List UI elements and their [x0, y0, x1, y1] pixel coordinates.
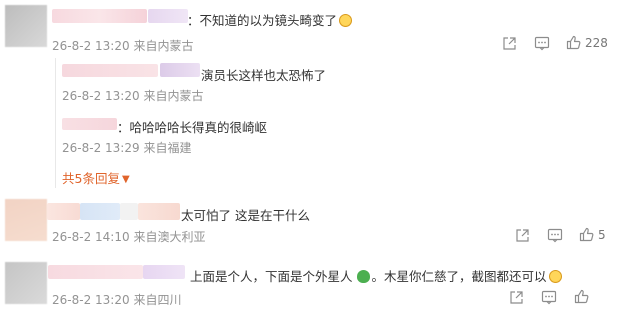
username-redacted[interactable]: [138, 203, 180, 220]
reply-location: 来自福建: [143, 141, 192, 155]
username-redacted[interactable]: [62, 118, 117, 130]
comment-text: 太可怕了 这是在干什么: [181, 208, 310, 223]
comment-meta: 26-8-2 13:20 来自四川: [52, 291, 181, 308]
comment-icon: [534, 36, 550, 51]
reply-meta: 26-8-2 13:20 来自内蒙古: [62, 87, 203, 104]
comment-date: 26-8-2 13:20: [52, 39, 130, 53]
laugh-emoji-icon: [339, 14, 353, 27]
comment-meta: 26-8-2 14:10 来自澳大利亚: [52, 228, 205, 245]
share-icon: [516, 229, 529, 242]
like-button[interactable]: 5: [579, 227, 606, 242]
username-redacted[interactable]: [160, 63, 200, 77]
comment-icon: [541, 290, 557, 305]
share-icon: [503, 37, 516, 50]
comment-text: ：不知道的以为镜头畸变了: [187, 10, 353, 29]
reply-date: 26-8-2 13:29: [62, 141, 140, 155]
comment-meta: 26-8-2 13:20 来自内蒙古: [52, 37, 193, 54]
alien-emoji-icon: [356, 270, 370, 283]
username-redacted[interactable]: [120, 203, 138, 220]
share-icon: [510, 291, 523, 304]
like-icon: [566, 35, 581, 50]
comment-text-part: 上面是个人，下面是个外星人: [190, 269, 353, 284]
like-count: 5: [598, 227, 606, 242]
like-icon: [579, 227, 594, 242]
reply-meta: 26-8-2 13:29 来自福建: [62, 139, 191, 156]
reply-summary: 共5条回复: [62, 171, 120, 186]
comment-location: 来自内蒙古: [133, 39, 194, 53]
username-redacted[interactable]: [48, 265, 143, 279]
comment-text-content: ：不知道的以为镜头畸变了: [187, 13, 338, 28]
comment-icon: [547, 228, 563, 243]
comment-text-part: 。木星你仁慈了，截图都还可以: [371, 269, 547, 284]
like-count: 228: [585, 35, 608, 50]
username-redacted[interactable]: [47, 203, 80, 220]
comment-button[interactable]: [534, 36, 550, 51]
comment-location: 来自四川: [133, 293, 182, 307]
username-redacted[interactable]: [148, 9, 188, 23]
username-redacted[interactable]: [80, 203, 120, 220]
reply-text: 演员长这样也太恐怖了: [201, 68, 327, 83]
expand-replies-link[interactable]: 共5条回复 ▼: [62, 168, 130, 187]
username-redacted[interactable]: [143, 265, 185, 279]
comment-button[interactable]: [541, 290, 557, 305]
share-button[interactable]: [509, 290, 524, 305]
avatar[interactable]: [5, 262, 47, 304]
reply-divider: [55, 58, 56, 188]
like-button[interactable]: 228: [566, 35, 608, 50]
caret-down-icon: ▼: [121, 174, 130, 185]
avatar[interactable]: [5, 5, 47, 47]
reply-location: 来自内蒙古: [143, 89, 204, 103]
username-redacted[interactable]: [52, 9, 147, 23]
share-button[interactable]: [502, 36, 517, 51]
comment-button[interactable]: [547, 228, 563, 243]
comment-date: 26-8-2 14:10: [52, 230, 130, 244]
reply-date: 26-8-2 13:20: [62, 89, 140, 103]
comment-location: 来自澳大利亚: [133, 230, 206, 244]
reply-text: ：哈哈哈哈长得真的很崎岖: [117, 120, 268, 135]
avatar[interactable]: [5, 199, 47, 241]
share-button[interactable]: [515, 228, 530, 243]
comment-date: 26-8-2 13:20: [52, 293, 130, 307]
like-icon: [574, 289, 589, 304]
comment-text: 上面是个人，下面是个外星人 。木星你仁慈了，截图都还可以: [190, 266, 562, 285]
username-redacted[interactable]: [62, 64, 158, 77]
laugh-emoji-icon: [548, 270, 562, 283]
like-button[interactable]: [574, 289, 589, 304]
